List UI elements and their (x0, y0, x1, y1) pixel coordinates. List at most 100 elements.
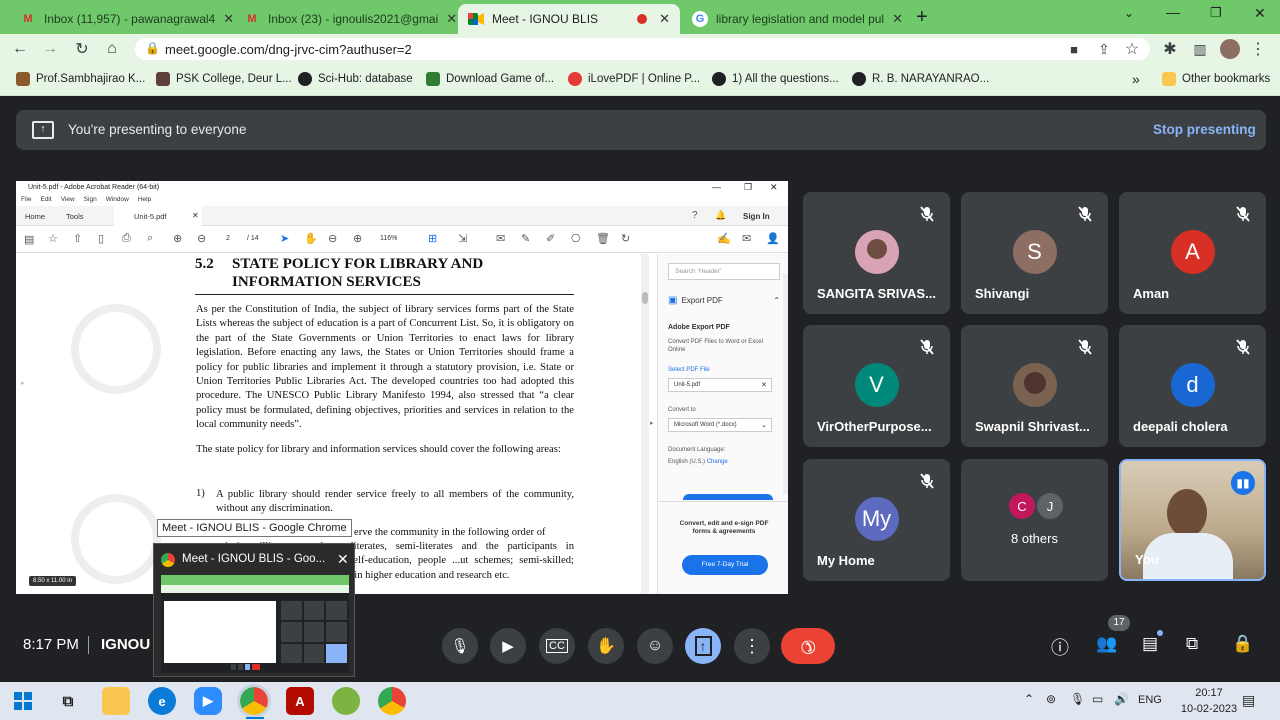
scroll-mode-icon[interactable]: ⇲ (458, 232, 467, 245)
new-tab-button[interactable]: + (916, 6, 928, 29)
bookmark-item[interactable]: Prof.Sambhajirao K... (16, 70, 145, 88)
hand-tool-icon[interactable]: ✋ (304, 232, 318, 245)
microphone-button[interactable]: 🎙 (442, 628, 478, 664)
clock-time[interactable]: 20:17 (1184, 687, 1234, 699)
menu-window[interactable]: Window (106, 196, 129, 203)
present-button[interactable]: ↑ (685, 628, 721, 664)
bookmark-item[interactable]: Sci-Hub: database (298, 70, 413, 88)
page-number-field[interactable]: 2 (226, 235, 230, 242)
other-bookmarks-folder[interactable]: Other bookmarks (1162, 70, 1270, 88)
taskbar-window-preview[interactable]: Meet - IGNOU BLIS - Goo... ✕ (153, 543, 355, 677)
page-down-icon[interactable]: ⊖ (197, 232, 206, 245)
participant-tile[interactable]: My My Home (803, 459, 950, 581)
reload-icon[interactable]: ↻ (70, 37, 94, 61)
scrollbar-thumb[interactable] (642, 292, 648, 304)
maximize-button[interactable]: ❐ (1210, 5, 1222, 21)
left-collapse-arrow[interactable]: ▸ (21, 379, 25, 387)
chrome-icon[interactable] (378, 687, 406, 715)
close-icon[interactable]: ✕ (337, 551, 349, 568)
chat-icon[interactable]: ▤ (1142, 634, 1158, 654)
comment-icon[interactable]: ✉ (496, 232, 505, 245)
meeting-info-icon[interactable]: ⓘ (1051, 634, 1069, 660)
chrome-icon[interactable] (237, 684, 271, 718)
others-tile[interactable]: C J 8 others (961, 459, 1108, 581)
tab-google-search[interactable]: G library legislation and model pul ✕ (682, 4, 904, 34)
home-icon[interactable]: ⌂ (100, 37, 124, 61)
zoom-icon[interactable]: ▶ (194, 687, 222, 715)
address-bar[interactable]: 🔒 meet.google.com/dng-jrvc-cim?authuser=… (135, 38, 1150, 60)
self-video-tile[interactable]: ▮▮ You (1119, 459, 1266, 581)
mail-icon[interactable]: ✉ (742, 232, 751, 245)
participant-tile[interactable]: V VirOtherPurpose... (803, 325, 950, 447)
bookmark-item[interactable]: iLovePDF | Online P... (568, 70, 700, 88)
bookmark-star-icon[interactable]: ☆ (48, 232, 58, 245)
participant-tile[interactable]: d deepali cholera (1119, 325, 1266, 447)
page-up-icon[interactable]: ⊕ (173, 232, 182, 245)
captions-button[interactable]: CC (539, 628, 575, 664)
selected-file-field[interactable]: Unit-5.pdf ✕ (668, 378, 772, 392)
bookmark-item[interactable]: 1) All the questions... (712, 70, 839, 88)
extensions-icon[interactable]: ✱ (1158, 37, 1182, 61)
fit-page-icon[interactable]: ⊞ (428, 232, 437, 245)
tab-gmail-1[interactable]: M Inbox (11,957) - pawanagrawal4 ✕ (10, 4, 232, 34)
bookmark-star-icon[interactable]: ☆ (1120, 37, 1144, 61)
stamp-icon[interactable]: ⎔ (571, 232, 581, 245)
minimize-button[interactable]: — (1166, 4, 1180, 20)
forward-icon[interactable]: → (38, 37, 62, 61)
menu-icon[interactable]: ⋮ (1246, 37, 1270, 61)
raise-hand-button[interactable]: ✋ (588, 628, 624, 664)
select-cursor-icon[interactable]: ➤ (280, 232, 289, 245)
tab-meet[interactable]: Meet - IGNOU BLIS ✕ (458, 4, 680, 34)
close-icon[interactable]: ✕ (223, 11, 232, 27)
bell-icon[interactable]: 🔔 (715, 210, 726, 221)
edge-icon[interactable]: e (148, 687, 176, 715)
menu-sign[interactable]: Sign (84, 196, 97, 203)
menu-file[interactable]: File (21, 196, 31, 203)
close-window-button[interactable]: ✕ (1254, 5, 1266, 22)
emoji-button[interactable]: ☺ (637, 628, 673, 664)
stop-presenting-button[interactable]: Stop presenting (1153, 122, 1256, 137)
sign-in-link[interactable]: Sign In (743, 212, 770, 221)
language-indicator[interactable]: ENG (1138, 694, 1162, 706)
close-icon[interactable]: ✕ (761, 381, 767, 389)
pdf-scrollbar[interactable] (641, 254, 649, 594)
format-select[interactable]: Microsoft Word (*.docx) ⌄ (668, 418, 772, 432)
acrobat-close-button[interactable]: ✕ (770, 182, 778, 193)
close-icon[interactable]: ✕ (892, 11, 903, 27)
participant-tile[interactable]: SANGITA SRIVAS... (803, 192, 950, 314)
participant-tile[interactable]: Swapnil Shrivast... (961, 325, 1108, 447)
draw-icon[interactable]: ✐ (546, 232, 555, 245)
search-tools-input[interactable]: Search 'Header' (668, 263, 780, 280)
save-icon[interactable]: ▤ (24, 233, 34, 246)
notifications-icon[interactable]: ▤ (1242, 692, 1255, 709)
zoom-select[interactable]: 116% (380, 235, 397, 242)
profile-avatar[interactable] (1220, 39, 1240, 59)
zoom-search-icon[interactable]: ⌕ (147, 232, 153, 245)
sign-icon[interactable]: ✍ (717, 232, 731, 245)
participant-tile[interactable]: A Aman (1119, 192, 1266, 314)
bookmarks-overflow-button[interactable]: » (1132, 70, 1140, 88)
close-icon[interactable]: ✕ (192, 211, 199, 220)
convert-button[interactable] (683, 494, 773, 500)
upload-icon[interactable]: ⇧ (73, 232, 82, 245)
tab-unit-5[interactable]: Unit-5.pdf ✕ (114, 206, 202, 226)
bookmark-item[interactable]: Download Game of... (426, 70, 554, 88)
help-icon[interactable]: ? (692, 210, 698, 221)
share-people-icon[interactable]: 👤 (766, 232, 780, 245)
right-collapse-arrow[interactable]: ▸ (650, 419, 654, 427)
app-icon[interactable] (332, 687, 360, 715)
mic-tray-icon[interactable]: 🎙 (1070, 692, 1085, 706)
tray-overflow-icon[interactable]: ⌃ (1024, 692, 1034, 706)
battery-icon[interactable]: ▭ (1092, 692, 1103, 706)
file-explorer-icon[interactable] (102, 687, 130, 715)
bookmark-item[interactable]: PSK College, Deur L... (156, 70, 292, 88)
people-icon[interactable]: 👥 (1096, 634, 1117, 654)
print-icon[interactable]: ⎙ (122, 232, 131, 245)
change-language-link[interactable]: Change (707, 459, 728, 465)
close-icon[interactable]: ✕ (659, 11, 670, 27)
zoom-out-icon[interactable]: ⊖ (328, 232, 337, 245)
activities-icon[interactable]: ⧉ (1186, 634, 1198, 654)
panel-scrollbar[interactable] (783, 274, 788, 494)
side-panel-icon[interactable]: ▥ (1188, 37, 1212, 61)
camera-button[interactable]: ▶ (490, 628, 526, 664)
